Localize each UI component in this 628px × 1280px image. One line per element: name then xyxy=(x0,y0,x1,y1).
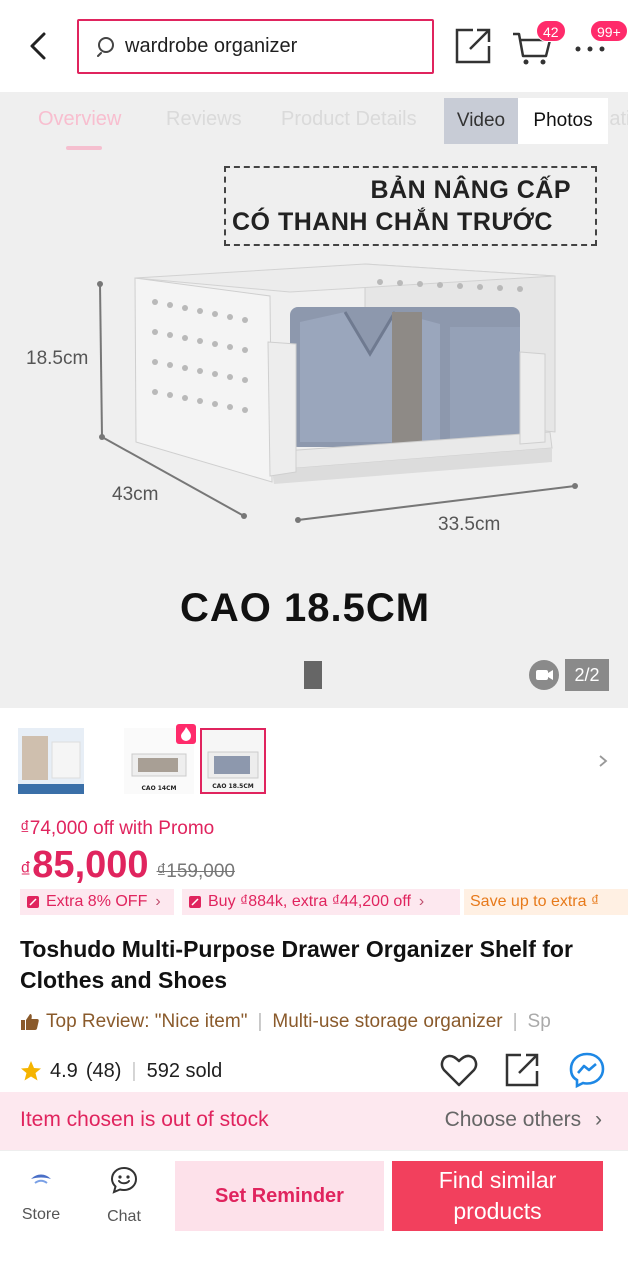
search-input[interactable]: wardrobe organizer xyxy=(77,19,434,74)
share-icon[interactable] xyxy=(504,1052,540,1088)
voucher-row: Extra 8% OFF › Buy ₫884k, extra ₫44,200 … xyxy=(20,889,628,915)
chat-label: Chat xyxy=(107,1208,141,1225)
heart-icon[interactable] xyxy=(440,1052,478,1088)
thumbnail-3-caption: CAO 18.5CM xyxy=(212,783,253,790)
review-highlights[interactable]: Top Review: "Nice item" | Multi-use stor… xyxy=(20,1008,628,1036)
store-button[interactable]: Store xyxy=(6,1165,76,1224)
separator: | xyxy=(512,1011,518,1032)
chevron-right-icon: › xyxy=(155,893,161,910)
rating-count: (48) xyxy=(85,1059,122,1082)
voucher-extra-off[interactable]: Extra 8% OFF › xyxy=(20,889,174,915)
height-dimension-label: 18.5cm xyxy=(26,348,89,369)
out-of-stock-bar: Item chosen is out of stock Choose other… xyxy=(0,1092,628,1150)
separator: | xyxy=(257,1011,263,1032)
chat-button[interactable]: Chat xyxy=(89,1165,159,1226)
thumbnail-strip: CAO 14CM CAO 18.5CM xyxy=(0,718,628,804)
thumbnail-1[interactable] xyxy=(18,728,84,794)
voucher-buy-more[interactable]: Buy ₫884k, extra ₫44,200 off › xyxy=(182,889,460,915)
search-query: wardrobe organizer xyxy=(125,35,298,57)
voucher-icon xyxy=(27,896,39,908)
set-reminder-button[interactable]: Set Reminder xyxy=(175,1161,384,1231)
image-counter: 2/2 xyxy=(565,659,609,691)
review-tag: Multi-use storage organizer xyxy=(272,1011,503,1032)
promo-discount-text: ₫74,000 off with Promo xyxy=(20,818,215,839)
review-tag-truncated: Sp xyxy=(527,1011,551,1032)
back-arrow-icon[interactable] xyxy=(22,28,58,64)
thumbs-up-icon xyxy=(21,1014,39,1030)
store-label: Store xyxy=(21,1206,61,1223)
original-price: ₫159,000 xyxy=(156,861,235,882)
separator: | xyxy=(131,1059,137,1082)
top-review-text: Top Review: "Nice item" xyxy=(46,1011,248,1032)
star-icon xyxy=(21,1061,41,1081)
cart-count-badge: 42 xyxy=(536,20,566,42)
chat-icon xyxy=(110,1166,138,1194)
image-headline: CAO 18.5CM xyxy=(179,586,431,630)
search-icon xyxy=(97,36,114,57)
currency-symbol: ₫ xyxy=(20,857,32,882)
voucher-icon xyxy=(189,896,201,908)
depth-dimension-label: 43cm xyxy=(112,484,159,505)
more-options-icon[interactable] xyxy=(574,44,606,54)
video-camera-icon[interactable] xyxy=(529,660,559,690)
bottom-action-bar: Store Chat Set Reminder Find similar pro… xyxy=(0,1150,628,1280)
voucher-label: Extra 8% OFF xyxy=(46,893,148,910)
chevron-right-icon[interactable] xyxy=(596,754,610,768)
price-row: ₫ 85,000 ₫159,000 xyxy=(20,844,235,888)
choose-others-link[interactable]: Choose others › xyxy=(445,1108,602,1132)
flame-badge-icon xyxy=(176,724,196,744)
voucher-label: Buy ₫884k, extra ₫44,200 off xyxy=(208,893,411,910)
chevron-right-icon: › xyxy=(595,1108,602,1131)
voucher-label: Save up to extra ₫ xyxy=(470,893,600,910)
chevron-right-icon: › xyxy=(418,893,425,910)
thumbnail-2-caption: CAO 14CM xyxy=(142,785,177,792)
width-dimension-label: 33.5cm xyxy=(438,514,501,535)
current-price: 85,000 xyxy=(32,844,149,886)
top-bar: wardrobe organizer 42 99+ xyxy=(0,0,628,92)
share-icon[interactable] xyxy=(453,26,493,66)
product-image-gallery[interactable]: Overview Reviews Product Details Recomme… xyxy=(0,92,628,708)
slide-indicator xyxy=(304,661,322,689)
messenger-icon[interactable] xyxy=(567,1050,607,1090)
rating-value: 4.9 xyxy=(50,1059,78,1082)
product-title: Toshudo Multi-Purpose Drawer Organizer S… xyxy=(20,936,573,993)
notification-badge: 99+ xyxy=(590,20,628,42)
choose-others-label: Choose others xyxy=(444,1108,582,1131)
store-logo-icon xyxy=(31,1174,51,1184)
find-similar-products-button[interactable]: Find similar products xyxy=(392,1161,603,1231)
voucher-save-extra[interactable]: Save up to extra ₫ xyxy=(464,889,628,915)
thumbnail-3-selected[interactable]: CAO 18.5CM xyxy=(200,728,266,794)
out-of-stock-message: Item chosen is out of stock xyxy=(20,1108,269,1131)
sold-count: 592 sold xyxy=(146,1059,223,1082)
rating-row[interactable]: 4.9 (48) | 592 sold xyxy=(20,1054,222,1088)
